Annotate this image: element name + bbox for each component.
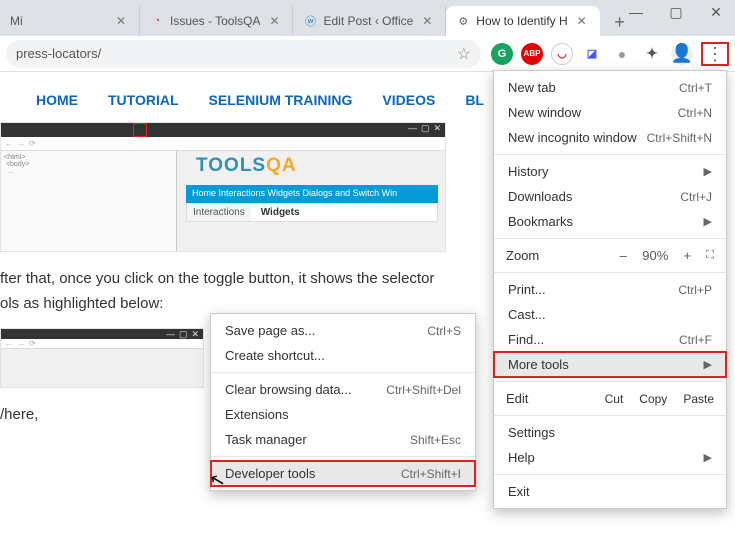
extension-dot-icon[interactable]: ●	[611, 43, 633, 65]
menu-exit[interactable]: Exit	[494, 479, 726, 504]
menu-more-tools-highlighted[interactable]: More tools▶	[494, 352, 726, 377]
url-text: press-locators/	[16, 46, 457, 61]
logo-text: TOOLSQA	[196, 155, 297, 177]
bookmark-star-icon[interactable]: ☆	[457, 44, 471, 64]
profile-avatar-icon[interactable]: 👤	[671, 43, 693, 65]
tab-title: Mi	[10, 14, 107, 28]
favicon-icon: ⚙	[456, 14, 470, 28]
tab-title: How to Identify H	[476, 14, 567, 28]
menu-separator	[494, 238, 726, 239]
zoom-in-button[interactable]: +	[680, 248, 694, 263]
menu-new-tab[interactable]: New tabCtrl+T	[494, 75, 726, 100]
menu-separator	[494, 272, 726, 273]
favicon-icon: ⓦ	[303, 14, 317, 28]
menu-settings[interactable]: Settings	[494, 420, 726, 445]
screenshot-image-1: —▢✕ ←→⟳ <html> <body> ... TOOLSQA Home I…	[0, 122, 446, 252]
submenu-extensions[interactable]: Extensions	[211, 402, 475, 427]
menu-history[interactable]: History▶	[494, 159, 726, 184]
extension-icons: G ABP ◡ ◪ ● ✦ 👤 ⋮	[491, 42, 729, 66]
close-icon[interactable]: ✕	[574, 14, 590, 28]
copy-button[interactable]: Copy	[639, 392, 667, 406]
grammarly-icon[interactable]: G	[491, 43, 513, 65]
screenshot-image-2: —▢✕ ←→⟳	[0, 328, 204, 388]
window-maximize[interactable]: ▢	[667, 4, 685, 21]
close-icon[interactable]: ✕	[266, 14, 282, 28]
tab-strip: Mi ✕ ◔ Issues - ToolsQA ✕ ⓦ Edit Post ‹ …	[0, 0, 735, 36]
menu-new-window[interactable]: New windowCtrl+N	[494, 100, 726, 125]
menu-help[interactable]: Help▶	[494, 445, 726, 470]
bluebar: Home Interactions Widgets Dialogs and Sw…	[186, 185, 438, 203]
address-bar[interactable]: press-locators/ ☆	[6, 40, 481, 68]
inspect-button-highlight	[133, 123, 147, 137]
menu-separator	[494, 154, 726, 155]
menu-cast[interactable]: Cast...	[494, 302, 726, 327]
menu-separator	[211, 372, 475, 373]
menu-separator	[494, 415, 726, 416]
menu-separator	[494, 381, 726, 382]
menu-zoom: Zoom – 90% + ⛶	[494, 243, 726, 268]
toolbar: press-locators/ ☆ G ABP ◡ ◪ ● ✦ 👤 ⋮	[0, 36, 735, 72]
zoom-value: 90%	[642, 248, 668, 263]
zoom-out-button[interactable]: –	[616, 248, 630, 263]
menu-separator	[211, 456, 475, 457]
fullscreen-icon[interactable]: ⛶	[706, 249, 714, 262]
tab-3-active[interactable]: ⚙ How to Identify H ✕	[446, 6, 599, 36]
nav-videos[interactable]: VIDEOS	[382, 92, 435, 108]
menu-downloads[interactable]: DownloadsCtrl+J	[494, 184, 726, 209]
submenu-save-page[interactable]: Save page as...Ctrl+S	[211, 318, 475, 343]
submenu-create-shortcut[interactable]: Create shortcut...	[211, 343, 475, 368]
kebab-icon: ⋮	[706, 45, 724, 63]
nav-selenium[interactable]: SELENIUM TRAINING	[209, 92, 353, 108]
more-tools-submenu: Save page as...Ctrl+S Create shortcut...…	[210, 313, 476, 491]
tab-1[interactable]: ◔ Issues - ToolsQA ✕	[140, 6, 293, 36]
menu-separator	[494, 474, 726, 475]
submenu-task-manager[interactable]: Task managerShift+Esc	[211, 427, 475, 452]
tab-title: Edit Post ‹ Office	[323, 14, 413, 28]
tab-title: Issues - ToolsQA	[170, 14, 260, 28]
favicon-icon: ◔	[150, 14, 164, 28]
close-icon[interactable]: ✕	[419, 14, 435, 28]
nav-home[interactable]: HOME	[36, 92, 78, 108]
cut-button[interactable]: Cut	[605, 392, 624, 406]
ublock-icon[interactable]: ◪	[581, 43, 603, 65]
chrome-main-menu: New tabCtrl+T New windowCtrl+N New incog…	[493, 70, 727, 509]
nav-tutorial[interactable]: TUTORIAL	[108, 92, 179, 108]
menu-bookmarks[interactable]: Bookmarks▶	[494, 209, 726, 234]
chrome-menu-button-highlighted[interactable]: ⋮	[701, 42, 729, 66]
paste-button[interactable]: Paste	[683, 392, 714, 406]
close-icon[interactable]: ✕	[113, 14, 129, 28]
extensions-puzzle-icon[interactable]: ✦	[641, 43, 663, 65]
tab-2[interactable]: ⓦ Edit Post ‹ Office ✕	[293, 6, 446, 36]
window-close[interactable]: ✕	[707, 4, 725, 21]
submenu-developer-tools-highlighted[interactable]: Developer toolsCtrl+Shift+I	[211, 461, 475, 486]
submenu-clear-browsing-data[interactable]: Clear browsing data...Ctrl+Shift+Del	[211, 377, 475, 402]
menu-edit-row: Edit Cut Copy Paste	[494, 386, 726, 411]
menu-print[interactable]: Print...Ctrl+P	[494, 277, 726, 302]
menu-find[interactable]: Find...Ctrl+F	[494, 327, 726, 352]
abp-icon[interactable]: ABP	[521, 43, 543, 65]
nav-blog[interactable]: BL	[465, 92, 484, 108]
mcafee-icon[interactable]: ◡	[551, 43, 573, 65]
window-minimize[interactable]: —	[627, 4, 645, 21]
tab-0[interactable]: Mi ✕	[0, 6, 140, 36]
menu-new-incognito[interactable]: New incognito windowCtrl+Shift+N	[494, 125, 726, 150]
